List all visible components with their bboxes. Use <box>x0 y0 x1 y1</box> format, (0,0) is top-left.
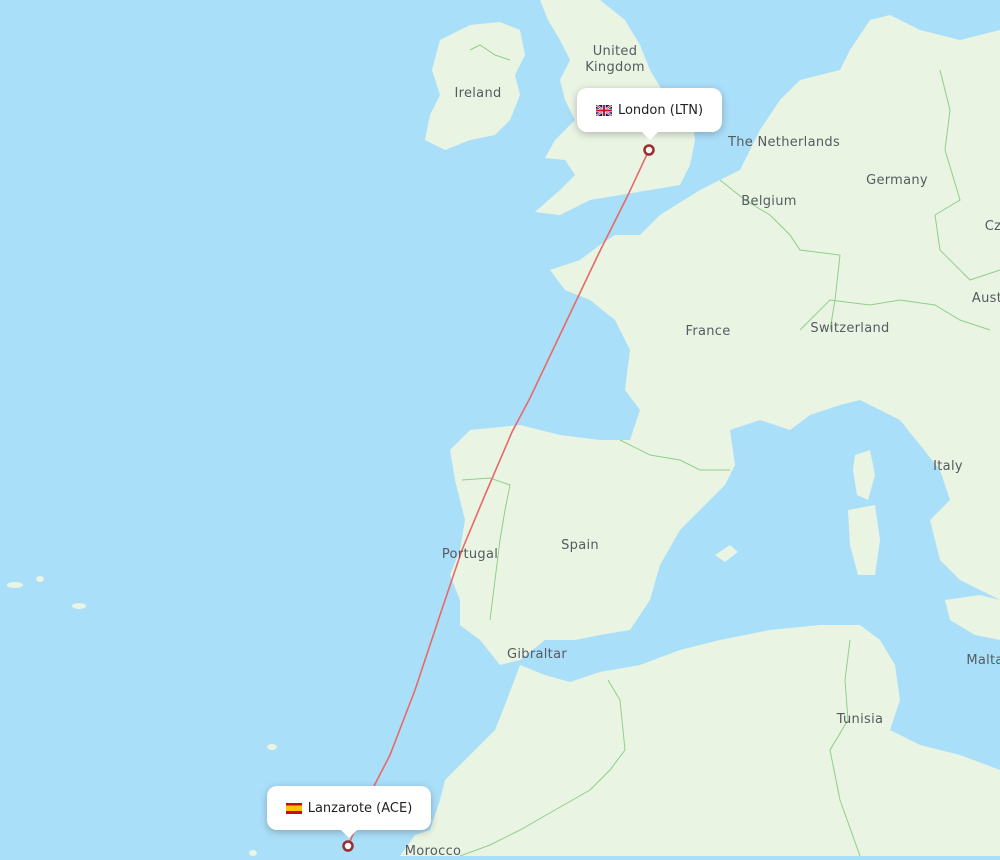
origin-marker[interactable] <box>643 144 655 156</box>
label-germany: Germany <box>866 173 928 188</box>
landmass-sicily <box>945 595 1000 640</box>
island-azores-1 <box>7 582 23 588</box>
label-morocco: Morocco <box>404 844 462 859</box>
destination-label: Lanzarote (ACE) <box>307 800 413 816</box>
label-netherlands: The Netherlands <box>727 135 841 150</box>
es-flag-icon <box>285 802 302 814</box>
island-madeira <box>267 744 277 750</box>
landmass-continent <box>450 15 1000 665</box>
label-united: United <box>592 44 638 59</box>
origin-label: London (LTN) <box>617 102 704 118</box>
destination-tooltip[interactable]: Lanzarote (ACE) <box>267 786 431 838</box>
origin-tooltip[interactable]: London (LTN) <box>577 88 722 140</box>
label-italy: Italy <box>933 459 963 474</box>
label-switzerland: Switzerland <box>810 321 890 336</box>
label-gibraltar: Gibraltar <box>507 647 567 662</box>
landmass-corsica <box>853 450 875 500</box>
label-france: France <box>685 324 731 339</box>
label-ireland: Ireland <box>454 86 502 101</box>
label-belgium: Belgium <box>741 194 797 209</box>
label-kingdom: Kingdom <box>585 60 645 75</box>
landmass-mallorca <box>715 545 738 562</box>
label-spain: Spain <box>561 538 599 553</box>
label-united-kingdom: United Kingdom <box>585 44 645 76</box>
island-azores-2 <box>36 576 44 582</box>
landmass-sardinia <box>848 505 880 575</box>
flight-route-map[interactable]: United Kingdom Ireland The Netherlands B… <box>0 0 1000 859</box>
label-portugal: Portugal <box>441 547 499 562</box>
label-austria: Aust <box>971 291 1000 306</box>
label-tunisia: Tunisia <box>836 712 884 727</box>
destination-marker[interactable] <box>342 840 354 852</box>
island-canary <box>249 850 257 856</box>
island-azores-3 <box>72 603 86 609</box>
label-czech: Cz <box>984 219 1000 234</box>
landmass-africa <box>400 625 1000 856</box>
label-malta: Malta <box>966 653 1000 668</box>
gb-flag-icon <box>595 104 612 116</box>
